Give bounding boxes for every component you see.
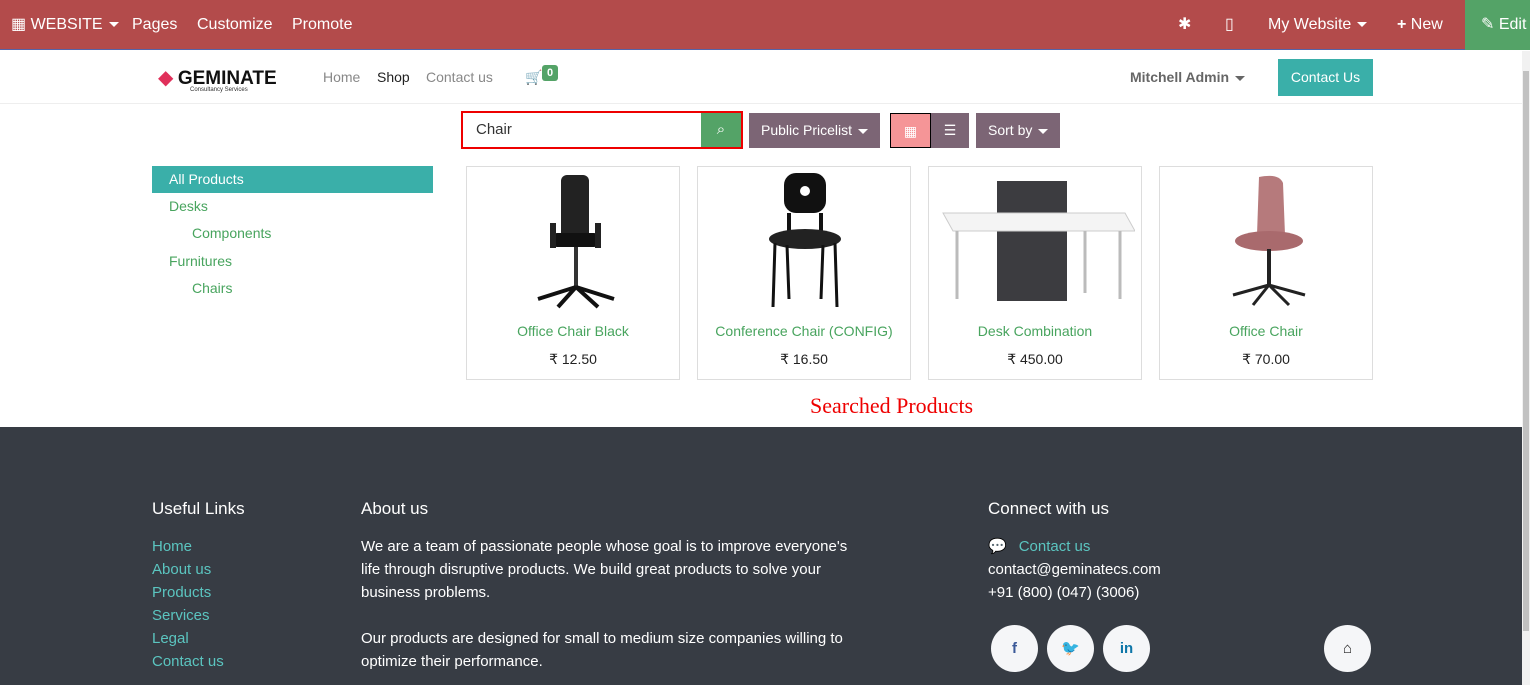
searched-products-annotation: Searched Products [810, 393, 974, 418]
cart-count-badge: 0 [542, 65, 559, 81]
scrollbar-thumb[interactable] [1523, 71, 1529, 631]
grid-view-button[interactable]: ▦ [890, 113, 931, 148]
product-image [769, 173, 841, 308]
plus-icon: + [1397, 16, 1407, 33]
category-components[interactable]: Components [152, 220, 433, 247]
apps-menu[interactable]: ▦ WEBSITE [11, 0, 119, 50]
cart-link[interactable]: 🛒 0 [525, 51, 559, 103]
mobile-preview-icon[interactable]: ▯ [1225, 0, 1234, 50]
useful-links-heading: Useful Links [152, 499, 245, 518]
product-price: ₹ 70.00 [1242, 351, 1290, 367]
facebook-icon[interactable]: f [991, 625, 1038, 672]
category-list: All Products Desks Components Furnitures… [152, 166, 433, 302]
product-image [942, 181, 1135, 301]
sort-dropdown[interactable]: Sort by [976, 113, 1061, 148]
website-label: My Website [1268, 16, 1352, 33]
debug-bug-icon[interactable]: ✱ [1178, 0, 1191, 50]
logo-text: GEMINATE [177, 68, 277, 89]
user-menu[interactable]: Mitchell Admin [1130, 51, 1246, 103]
product-card[interactable]: Office Chair Black ₹ 12.50 [466, 166, 680, 380]
sort-label: Sort by [988, 122, 1033, 138]
contact-email: contact@geminatecs.com [988, 561, 1161, 578]
search-icon: ⌕ [716, 121, 726, 138]
comment-icon: 💬 [988, 538, 1007, 555]
footer-link-home[interactable]: Home [152, 535, 224, 558]
list-icon: ☰ [943, 122, 957, 138]
about-paragraph: Our products are designed for small to m… [361, 630, 843, 670]
category-chairs[interactable]: Chairs [152, 275, 433, 302]
diamond-icon: ◆ [158, 67, 174, 89]
category-furnitures[interactable]: Furnitures [152, 248, 433, 275]
category-desks[interactable]: Desks [152, 193, 433, 220]
footer-link-legal[interactable]: Legal [152, 627, 224, 650]
grid-icon: ▦ [903, 123, 918, 139]
useful-links: Home About us Products Services Legal Co… [152, 535, 224, 673]
footer-link-contact[interactable]: Contact us [152, 650, 224, 673]
list-view-button[interactable]: ☰ [931, 113, 969, 148]
product-search: Chair ⌕ [461, 111, 743, 149]
footer-link-products[interactable]: Products [152, 581, 224, 604]
nav-shop[interactable]: Shop [377, 51, 410, 103]
product-name[interactable]: Desk Combination [929, 323, 1141, 339]
user-name: Mitchell Admin [1130, 69, 1230, 85]
scrollbar[interactable] [1522, 51, 1530, 685]
edit-label: Edit [1498, 16, 1527, 33]
promote-menu[interactable]: Promote [292, 0, 352, 50]
apps-label: WEBSITE [30, 16, 103, 33]
about-text: We are a team of passionate people whose… [361, 535, 851, 673]
footer-link-about[interactable]: About us [152, 558, 224, 581]
about-heading: About us [361, 499, 429, 518]
footer: Useful Links Home About us Products Serv… [0, 427, 1530, 685]
connect-info: 💬 Contact us contact@geminatecs.com +91 (… [988, 535, 1161, 604]
pages-menu[interactable]: Pages [132, 0, 177, 50]
grid-icon: ▦ [11, 16, 27, 33]
product-name[interactable]: Office Chair Black [467, 323, 679, 339]
pricelist-dropdown[interactable]: Public Pricelist [749, 113, 881, 148]
new-button[interactable]: + New [1397, 0, 1443, 50]
home-icon[interactable]: ⌂ [1324, 625, 1371, 672]
product-name[interactable]: Office Chair [1160, 323, 1372, 339]
connect-heading: Connect with us [988, 499, 1109, 518]
nav-home[interactable]: Home [323, 51, 360, 103]
footer-contact-link[interactable]: Contact us [1019, 538, 1091, 555]
linkedin-icon[interactable]: in [1103, 625, 1150, 672]
product-price: ₹ 12.50 [549, 351, 597, 367]
product-name[interactable]: Conference Chair (CONFIG) [698, 323, 910, 339]
customize-menu[interactable]: Customize [197, 0, 273, 50]
search-input[interactable]: Chair [463, 113, 701, 147]
pricelist-label: Public Pricelist [761, 122, 853, 138]
admin-topbar: ▦ WEBSITE Pages Customize Promote ✱ ▯ My… [0, 0, 1530, 50]
product-image [537, 175, 615, 309]
footer-link-services[interactable]: Services [152, 604, 224, 627]
product-image [1232, 175, 1306, 307]
search-button[interactable]: ⌕ [701, 113, 741, 147]
contact-phone: +91 (800) (047) (3006) [988, 584, 1140, 601]
about-paragraph: We are a team of passionate people whose… [361, 538, 848, 601]
logo[interactable]: ◆ GEMINATE Consultancy Services [158, 65, 277, 93]
contact-us-button[interactable]: Contact Us [1278, 59, 1373, 96]
website-switcher[interactable]: My Website [1268, 0, 1368, 50]
pencil-icon: ✎ [1481, 16, 1495, 33]
product-card[interactable]: Conference Chair (CONFIG) ₹ 16.50 [697, 166, 911, 380]
category-all-products[interactable]: All Products [152, 166, 433, 193]
edit-button[interactable]: ✎ Edit [1465, 0, 1530, 50]
twitter-icon[interactable]: 🐦 [1047, 625, 1094, 672]
product-price: ₹ 16.50 [780, 351, 828, 367]
product-card[interactable]: Desk Combination ₹ 450.00 [928, 166, 1142, 380]
new-label: New [1410, 16, 1443, 33]
product-price: ₹ 450.00 [1007, 351, 1063, 367]
nav-contact[interactable]: Contact us [426, 51, 493, 103]
product-card[interactable]: Office Chair ₹ 70.00 [1159, 166, 1373, 380]
cart-icon: 🛒 [525, 69, 543, 85]
